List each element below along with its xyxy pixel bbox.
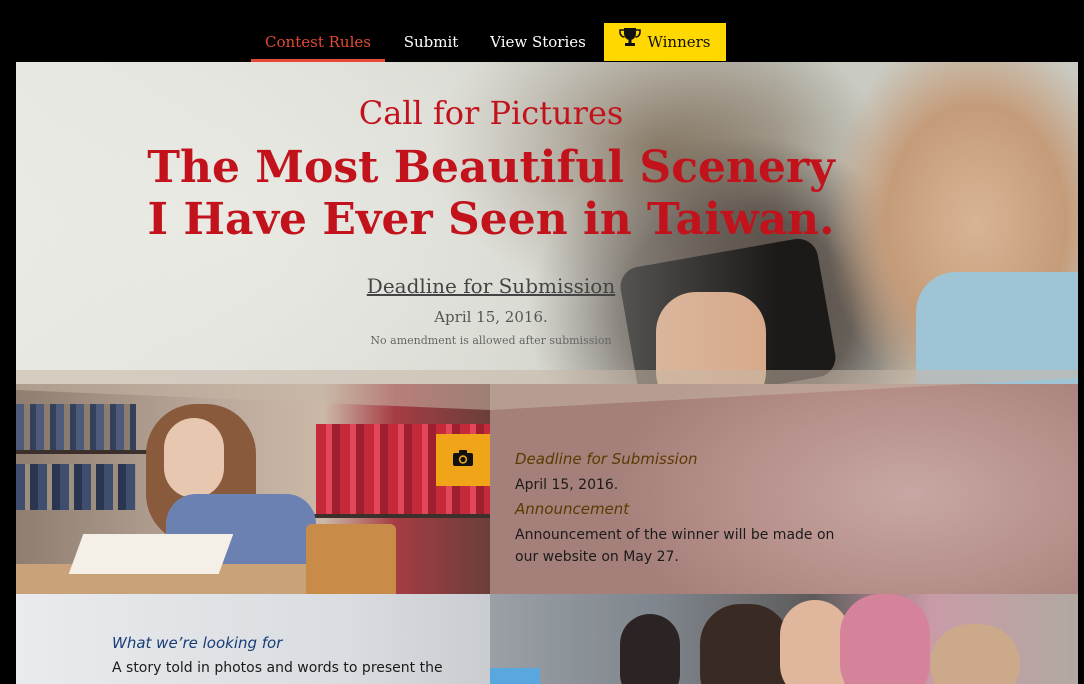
chair [306, 524, 396, 594]
people-photo [490, 594, 1078, 684]
hero-headline: The Most Beautiful Scenery I Have Ever S… [16, 142, 966, 246]
info-announcement-text: Announcement of the winner will be made … [515, 527, 835, 565]
person-3 [840, 594, 930, 684]
person-5 [620, 614, 680, 684]
nav-submit[interactable]: Submit [395, 22, 467, 62]
hero-edge [16, 370, 1078, 410]
nav-view-stories[interactable]: View Stories [480, 22, 596, 62]
blue-strip [490, 668, 540, 684]
info-deadline-date: April 15, 2016. [515, 477, 619, 493]
person-4 [930, 624, 1020, 684]
frame-right [1078, 0, 1084, 684]
shelf-line [16, 450, 156, 454]
info-announcement-title: Announcement [515, 500, 630, 518]
looking-for-text: A story told in photos and words to pres… [112, 660, 443, 676]
person-1 [700, 604, 790, 684]
hero-headline-line2: I Have Ever Seen in Taiwan. [147, 194, 835, 245]
deadline-note: No amendment is allowed after submission [370, 334, 612, 347]
info-deadline-title: Deadline for Submission [515, 450, 698, 468]
trophy-icon [619, 22, 642, 62]
camera-icon [452, 449, 474, 471]
open-book [68, 534, 234, 574]
nav-winners[interactable]: Winners [604, 23, 726, 61]
top-bar [0, 0, 1084, 22]
camera-badge[interactable] [436, 434, 490, 486]
frame-left [0, 0, 16, 684]
nav-contest-rules[interactable]: Contest Rules [251, 22, 385, 62]
hero-headline-line1: The Most Beautiful Scenery [147, 142, 835, 193]
deadline-date: April 15, 2016. [434, 308, 548, 326]
nav-winners-label: Winners [647, 33, 711, 51]
hero-kicker: Call for Pictures [358, 94, 624, 132]
main-nav: Contest Rules Submit View Stories Winner… [0, 22, 1084, 62]
shelf-line-2 [306, 514, 490, 518]
looking-for-title: What we’re looking for [112, 634, 283, 652]
deadline-link[interactable]: Deadline for Submission [16, 274, 966, 298]
student-face [164, 418, 224, 498]
bookshelf-left-2 [16, 464, 136, 510]
